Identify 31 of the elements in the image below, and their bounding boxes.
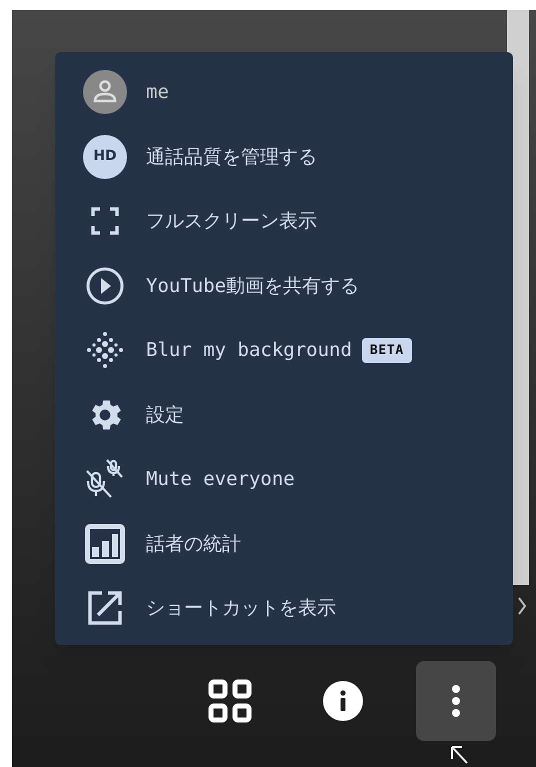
fullscreen-icon [90,206,120,236]
menu-item[interactable]: Blur my background BETA [55,318,513,382]
menu-item[interactable]: me [55,60,513,124]
menu-item[interactable]: 設定 [55,382,513,447]
menu-item-label: YouTube動画を共有する [146,274,360,298]
menu-item-label: Mute everyone [146,467,295,492]
grid-icon [208,679,252,723]
menu-item[interactable]: YouTube動画を共有する [55,254,513,318]
more-button[interactable] [416,661,496,741]
menu-item-label: 通話品質を管理する [146,144,317,170]
menu-item[interactable]: ショートカットを表示 [55,576,513,640]
menu-item-label: ショートカットを表示 [146,596,336,621]
menu-item[interactable]: HD 通話品質を管理する [55,124,513,189]
external-link-icon [86,589,124,628]
avatar-icon [83,70,127,114]
more-icon [451,684,461,718]
menu-item[interactable]: Mute everyone [55,447,513,512]
play-icon [85,266,125,306]
blur-icon [86,331,124,370]
menu-item-label: me [146,80,169,105]
menu-item[interactable]: フルスクリーン表示 [55,189,513,254]
beta-tag: BETA [362,338,412,363]
chevron-icon[interactable] [517,596,527,616]
menu-item-label: 話者の統計 [146,532,241,556]
menu-item-label: 設定 [146,402,184,428]
menu-item-label: Blur my background [146,338,352,363]
menu-item[interactable]: 話者の統計 [55,512,513,576]
bar-chart-icon [83,522,127,566]
hd-badge: HD [83,134,127,179]
menu-item-label: フルスクリーン表示 [146,209,317,234]
info-icon [323,681,363,721]
